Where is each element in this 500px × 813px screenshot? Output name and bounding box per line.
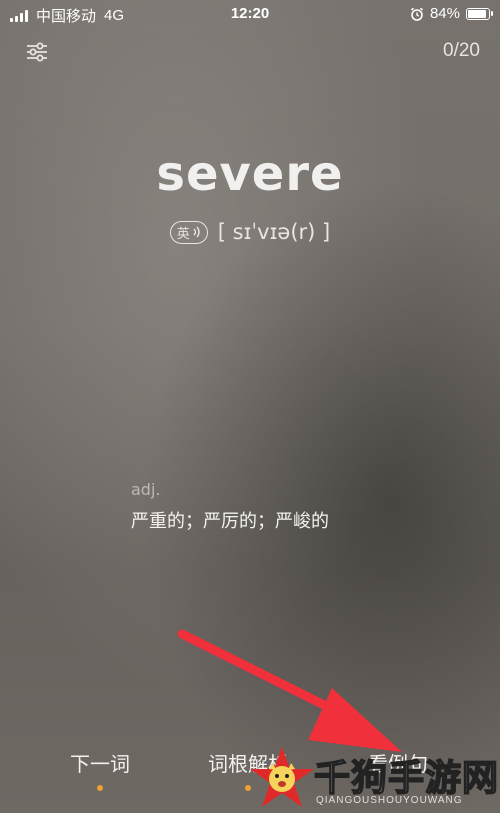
status-right: 84% xyxy=(410,5,493,22)
sound-icon xyxy=(193,226,200,238)
watermark: 千狗手游网 QIANGOUSHOUYOUWANG xyxy=(248,745,500,813)
word-title: severe xyxy=(156,146,344,202)
alarm-icon xyxy=(410,7,424,21)
pronounce-uk-button[interactable]: 英 xyxy=(169,220,208,244)
part-of-speech: adj. xyxy=(131,480,161,499)
phonetic-text: [ sɪˈvɪə(r) ] xyxy=(217,220,331,244)
lang-label: 英 xyxy=(176,226,190,242)
dog-mascot-logo xyxy=(250,747,314,807)
tab-next-word[interactable]: 下一词 xyxy=(70,748,130,791)
pronunciation-row: 英 [ sɪˈvɪə(r) ] xyxy=(0,220,500,244)
watermark-subtitle: QIANGOUSHOUYOUWANG xyxy=(316,795,463,806)
battery-icon xyxy=(466,7,493,20)
tab-next-word-label: 下一词 xyxy=(70,752,130,776)
battery-percent: 84% xyxy=(429,5,460,22)
watermark-title: 千狗手游网 xyxy=(313,757,500,800)
word-progress: 0/20 xyxy=(443,40,480,61)
definition-block: adj. 严重的；严厉的；严峻的 xyxy=(131,480,329,533)
status-bar: 中国移动 4G 12:20 84% xyxy=(0,0,500,28)
sliders-icon[interactable] xyxy=(25,40,49,64)
meaning-text: 严重的；严厉的；严峻的 xyxy=(131,511,329,532)
red-arrow-annotation xyxy=(177,629,402,752)
tab-indicator-dot xyxy=(97,785,103,791)
